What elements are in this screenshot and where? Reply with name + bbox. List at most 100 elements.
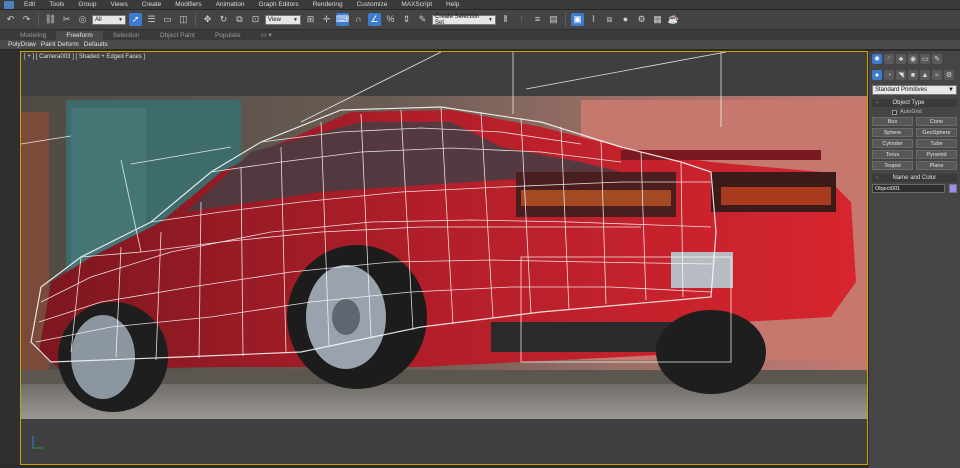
render-setup-icon[interactable]: ⚙ (635, 13, 648, 26)
unlink-icon[interactable]: ✂ (60, 13, 73, 26)
align-icon[interactable]: ⫶ (515, 13, 528, 26)
layer-explorer-icon[interactable]: ≡ (531, 13, 544, 26)
select-place-icon[interactable]: ⊡ (249, 13, 262, 26)
ribbon-polydraw[interactable]: PolyDraw (8, 41, 36, 48)
ribbon-options-icon[interactable]: ▭ ▾ (251, 30, 282, 40)
sphere-button[interactable]: Sphere (872, 128, 913, 137)
app-logo-icon[interactable] (4, 0, 14, 9)
ribbon-defaults[interactable]: Defaults (84, 41, 108, 48)
menu-edit[interactable]: Edit (24, 1, 35, 8)
name-and-color-title: Name and Color (892, 175, 937, 181)
mirror-icon[interactable]: ⫴ (499, 13, 512, 26)
rectangular-selection-icon[interactable]: ▭ (161, 13, 174, 26)
menu-animation[interactable]: Animation (216, 1, 245, 8)
toolbar-divider (38, 12, 39, 27)
scene-explorer-icon[interactable]: ▤ (547, 13, 560, 26)
spinner-snap-icon[interactable]: ⇕ (400, 13, 413, 26)
named-selection-value: Create Selection Set (435, 13, 480, 26)
rendered-frame-window-icon[interactable]: ▦ (651, 13, 664, 26)
edit-named-selection-icon[interactable]: ✎ (416, 13, 429, 26)
tab-freeform[interactable]: Freeform (56, 31, 103, 40)
bind-space-warp-icon[interactable]: ◎ (76, 13, 89, 26)
select-rotate-icon[interactable]: ↻ (217, 13, 230, 26)
cone-button[interactable]: Cone (916, 117, 957, 126)
cameras-icon[interactable]: ■ (908, 70, 918, 80)
rollout-toggle-icon: − (875, 100, 879, 106)
selection-filter-dropdown[interactable]: All ▼ (92, 14, 126, 25)
systems-icon[interactable]: ⚙ (944, 70, 954, 80)
select-scale-icon[interactable]: ⧉ (233, 13, 246, 26)
select-object-icon[interactable]: ➚ (129, 13, 142, 26)
render-production-icon[interactable]: ☕ (667, 13, 680, 26)
chevron-down-icon: ▼ (293, 16, 298, 23)
select-by-name-icon[interactable]: ☰ (145, 13, 158, 26)
curve-editor-icon[interactable]: ⌇ (587, 13, 600, 26)
box-button[interactable]: Box (872, 117, 913, 126)
object-type-title: Object Type (892, 100, 925, 106)
tab-modeling[interactable]: Modeling (10, 31, 56, 40)
pyramid-button[interactable]: Pyramid (916, 150, 957, 159)
checkbox-icon (892, 109, 897, 115)
select-link-icon[interactable]: ⛓ (44, 13, 57, 26)
menu-maxscript[interactable]: MAXScript (401, 1, 432, 8)
tab-object-paint[interactable]: Object Paint (150, 31, 205, 40)
hierarchy-tab-icon[interactable]: ♣ (896, 54, 906, 64)
command-panel-tabs: ✹ ◜ ♣ ◉ ▭ ✎ (869, 51, 960, 67)
name-and-color-rollout[interactable]: − Name and Color (872, 174, 957, 182)
display-tab-icon[interactable]: ▭ (920, 54, 930, 64)
chevron-down-icon: ▼ (118, 16, 123, 23)
ribbon-paint-deform[interactable]: Paint Deform (41, 41, 79, 48)
helpers-icon[interactable]: ▲ (920, 70, 930, 80)
modify-tab-icon[interactable]: ◜ (884, 54, 894, 64)
keyboard-shortcut-override-icon[interactable]: ⌨ (336, 13, 349, 26)
material-editor-icon[interactable]: ● (619, 13, 632, 26)
select-move-icon[interactable]: ✥ (201, 13, 214, 26)
menu-modifiers[interactable]: Modifiers (175, 1, 201, 8)
pivot-center-icon[interactable]: ⊞ (304, 13, 317, 26)
perspective-viewport[interactable]: [ + ] [ Camera003 ] [ Shaded + Edged Fac… (20, 51, 868, 465)
viewport-label[interactable]: [ + ] [ Camera003 ] [ Shaded + Edged Fac… (24, 54, 145, 60)
selection-filter-value: All (95, 16, 102, 23)
tab-selection[interactable]: Selection (103, 31, 150, 40)
motion-tab-icon[interactable]: ◉ (908, 54, 918, 64)
named-selection-dropdown[interactable]: Create Selection Set ▼ (432, 13, 496, 26)
utilities-tab-icon[interactable]: ✎ (932, 54, 942, 64)
schematic-view-icon[interactable]: ⧈ (603, 13, 616, 26)
menu-graph-editors[interactable]: Graph Editors (259, 1, 299, 8)
teapot-button[interactable]: Teapot (872, 161, 913, 170)
redo-icon[interactable]: ↷ (20, 13, 33, 26)
geometry-icon[interactable]: ● (872, 70, 882, 80)
plane-button[interactable]: Plane (916, 161, 957, 170)
object-color-swatch[interactable] (949, 184, 957, 193)
snaps-toggle-icon[interactable]: ∩ (352, 13, 365, 26)
window-crossing-icon[interactable]: ◫ (177, 13, 190, 26)
menu-rendering[interactable]: Rendering (313, 1, 343, 8)
ribbon-toggle-icon[interactable]: ▣ (571, 13, 584, 26)
select-manipulate-icon[interactable]: ✛ (320, 13, 333, 26)
primitive-category-dropdown[interactable]: Standard Primitives ▼ (872, 85, 957, 95)
shapes-icon[interactable]: ◔ (884, 70, 894, 80)
menu-create[interactable]: Create (142, 1, 162, 8)
tab-populate[interactable]: Populate (205, 31, 251, 40)
percent-snap-icon[interactable]: % (384, 13, 397, 26)
space-warps-icon[interactable]: ≈ (932, 70, 942, 80)
lights-icon[interactable]: ◥ (896, 70, 906, 80)
menu-views[interactable]: Views (110, 1, 127, 8)
angle-snap-icon[interactable]: ∠ (368, 13, 381, 26)
create-category-icons: ● ◔ ◥ ■ ▲ ≈ ⚙ (869, 67, 960, 83)
undo-icon[interactable]: ↶ (4, 13, 17, 26)
geosphere-button[interactable]: GeoSphere (916, 128, 957, 137)
autogrid-checkbox[interactable]: AutoGrid (872, 109, 957, 115)
torus-button[interactable]: Torus (872, 150, 913, 159)
object-type-rollout[interactable]: − Object Type (872, 99, 957, 107)
menu-help[interactable]: Help (446, 1, 459, 8)
ribbon-tab-bar: Modeling Freeform Selection Object Paint… (0, 30, 960, 40)
tube-button[interactable]: Tube (916, 139, 957, 148)
menu-tools[interactable]: Tools (49, 1, 64, 8)
cylinder-button[interactable]: Cylinder (872, 139, 913, 148)
reference-coord-dropdown[interactable]: View ▼ (265, 14, 301, 25)
menu-group[interactable]: Group (78, 1, 96, 8)
menu-customize[interactable]: Customize (357, 1, 388, 8)
create-tab-icon[interactable]: ✹ (872, 54, 882, 64)
object-name-field[interactable]: Object001 (872, 184, 945, 193)
